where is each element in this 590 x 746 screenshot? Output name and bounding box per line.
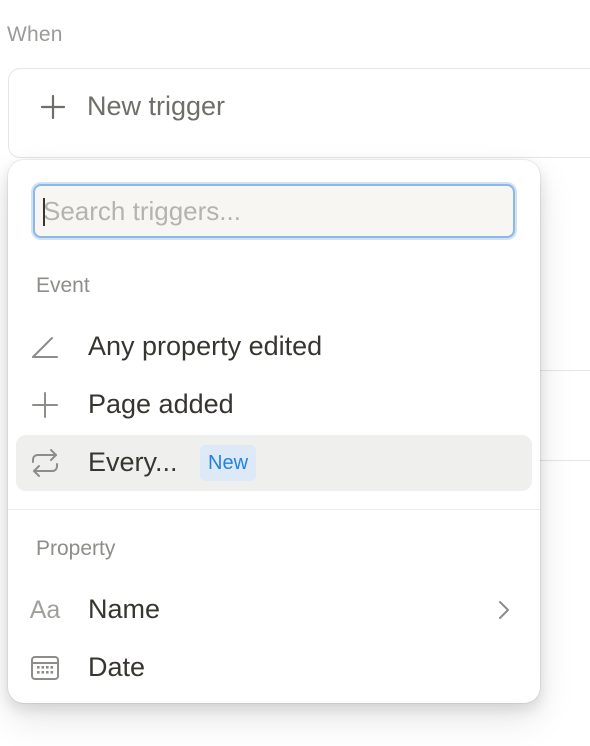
repeat-icon (28, 448, 62, 478)
new-badge: New (200, 445, 257, 481)
menu-item-name[interactable]: Aa Name (16, 582, 532, 638)
event-section-label: Event (36, 274, 90, 297)
chevron-right-icon (494, 598, 514, 622)
text-cursor (43, 198, 45, 226)
new-trigger-card[interactable]: New trigger (8, 68, 590, 158)
text-property-icon-glyph: Aa (29, 595, 61, 624)
trigger-dropdown-menu: Event Any property edited Page added (8, 160, 540, 703)
menu-item-label: Any property edited (88, 331, 323, 361)
menu-item-page-added[interactable]: Page added (16, 377, 532, 433)
new-trigger-button[interactable]: New trigger (39, 91, 225, 122)
plus-icon (28, 390, 62, 420)
background-divider (540, 460, 590, 461)
menu-item-label: Page added (88, 389, 234, 419)
plus-icon (39, 93, 67, 121)
menu-item-every[interactable]: Every... New (16, 435, 532, 491)
when-section-label: When (7, 23, 63, 46)
pencil-icon (28, 332, 62, 362)
menu-item-date[interactable]: Date (16, 640, 532, 696)
text-property-icon: Aa (28, 595, 62, 625)
property-section-label: Property (36, 537, 116, 560)
menu-item-label: Name (88, 594, 161, 624)
menu-item-label: Every... (88, 447, 178, 477)
new-trigger-label: New trigger (87, 91, 226, 121)
calendar-icon (28, 653, 62, 683)
menu-item-any-property-edited[interactable]: Any property edited (16, 319, 532, 375)
section-divider (8, 509, 540, 510)
search-field[interactable] (33, 184, 515, 238)
menu-item-label: Date (88, 652, 146, 682)
background-divider (540, 370, 590, 371)
search-input[interactable] (43, 186, 503, 236)
